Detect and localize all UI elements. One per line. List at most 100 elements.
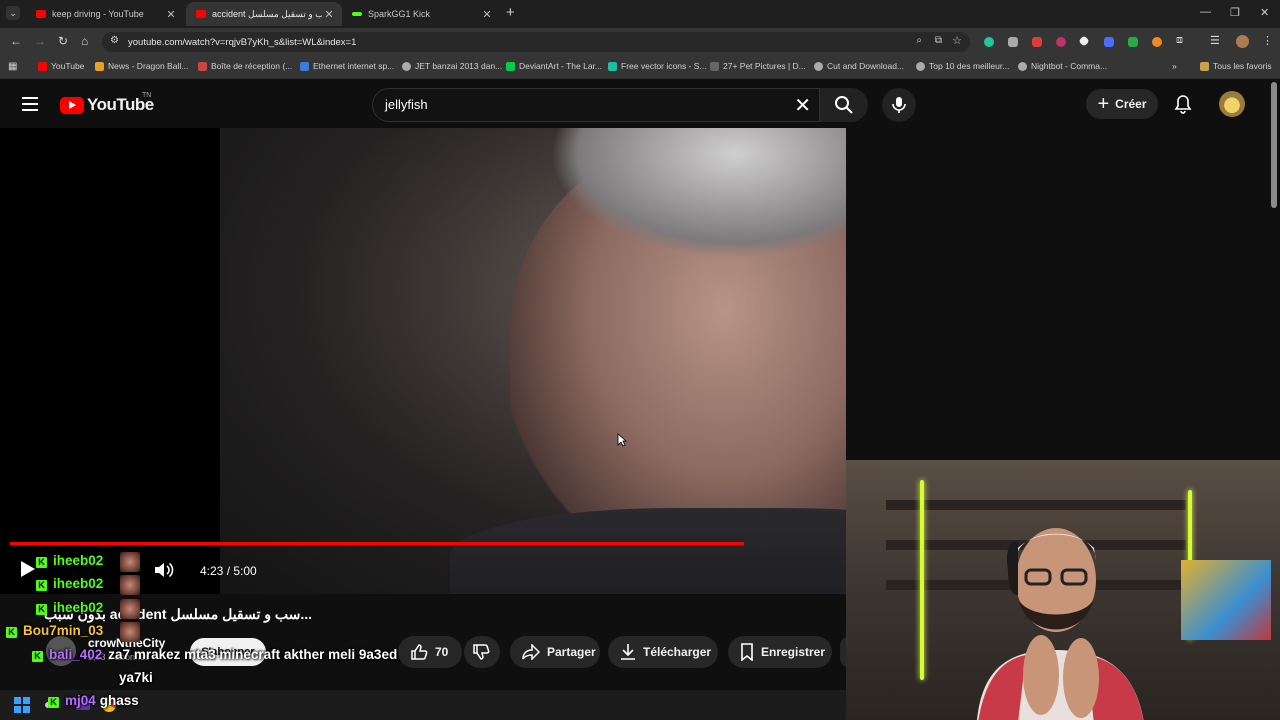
menu-icon[interactable] <box>22 97 38 115</box>
browser-tab-1[interactable]: accident سب و تسقيل مسلسل ✕ <box>186 2 342 26</box>
bookmark-jet-banzai[interactable]: JET banzai 2013 dan... <box>402 61 502 71</box>
youtube-logo[interactable]: YouTube TN <box>60 92 154 115</box>
dislike-button[interactable] <box>464 636 500 668</box>
search-button[interactable] <box>820 88 868 122</box>
close-tab-icon[interactable]: ✕ <box>480 8 494 21</box>
extensions-puzzle-icon[interactable]: ⧈ <box>1176 34 1183 47</box>
browser-tab-0[interactable]: keep driving - YouTube ✕ <box>26 2 184 26</box>
forward-icon[interactable]: → <box>34 34 46 48</box>
extension-icon[interactable] <box>1056 37 1066 47</box>
plus-icon: + <box>1097 92 1110 115</box>
bookmark-inbox[interactable]: Boîte de réception (... <box>198 61 292 71</box>
bookmark-pet-pictures[interactable]: 27+ Pet Pictures | D... <box>710 61 806 71</box>
windows-start-icon[interactable] <box>14 697 30 713</box>
install-icon[interactable]: ⧉ <box>935 35 942 46</box>
tab-title: accident سب و تسقيل مسلسل <box>212 8 322 19</box>
notifications-bell-icon[interactable] <box>1174 94 1192 114</box>
bookmark-top-10[interactable]: Top 10 des meilleur... <box>916 61 1009 71</box>
search-input[interactable]: jellyfish ✕ <box>372 88 820 122</box>
download-button[interactable]: Télécharger <box>608 636 718 668</box>
windows-icon <box>300 61 309 71</box>
video-player[interactable]: 4:23 / 5:00 <box>0 128 846 594</box>
deviantart-icon <box>506 61 515 71</box>
led-strip <box>920 480 924 680</box>
restore-icon[interactable]: ❐ <box>1230 6 1240 19</box>
chat-message: Kiheeb02 <box>36 600 103 615</box>
account-avatar[interactable] <box>1219 91 1245 117</box>
kick-badge-icon: K <box>36 604 47 615</box>
home-icon[interactable]: ⌂ <box>81 34 88 48</box>
apps-grid-icon[interactable]: ▦ <box>8 61 17 72</box>
reading-list-icon[interactable]: ☰ <box>1210 34 1220 47</box>
bookmark-dragon-ball[interactable]: News - Dragon Ball... <box>95 61 188 71</box>
page-scrollbar[interactable] <box>1271 82 1277 208</box>
save-button[interactable]: Enregistrer <box>728 636 832 668</box>
extension-icon[interactable] <box>1128 37 1138 47</box>
extension-icon[interactable] <box>1152 37 1162 47</box>
bookmark-ethernet[interactable]: Ethernet internet sp... <box>300 61 394 71</box>
extension-icon[interactable] <box>1032 37 1042 47</box>
browser-tab-strip: ⌄ keep driving - YouTube ✕ accident سب و… <box>0 0 1280 28</box>
chat-username: Bou7min_03 <box>23 623 104 638</box>
create-label: Créer <box>1115 97 1147 111</box>
address-bar[interactable]: ⚙ youtube.com/watch?v=rqjvB7yKh_s&list=W… <box>102 32 970 52</box>
close-tab-icon[interactable]: ✕ <box>164 8 178 21</box>
globe-icon <box>1018 61 1027 71</box>
microphone-icon <box>892 97 906 113</box>
voice-search-button[interactable] <box>882 88 916 122</box>
zoom-icon[interactable]: ⌕ <box>916 35 922 46</box>
extension-icon[interactable] <box>984 37 994 47</box>
chat-username: mj04 <box>65 693 96 708</box>
folder-icon <box>1200 61 1209 71</box>
share-icon <box>522 644 540 660</box>
back-icon[interactable]: ← <box>10 34 22 48</box>
close-tab-icon[interactable]: ✕ <box>322 8 336 21</box>
like-button[interactable]: 70 <box>398 636 462 668</box>
chat-text: ya7ki <box>119 670 153 685</box>
thumbs-up-icon <box>411 644 428 660</box>
chat-emote <box>120 622 140 642</box>
progress-bar[interactable] <box>10 542 744 545</box>
browser-toolbar: ← → ↻ ⌂ ⚙ youtube.com/watch?v=rqjvB7yKh_… <box>0 28 1280 56</box>
chat-text: za7 mrakez mta3 minecraft akther meli 9a… <box>108 647 398 662</box>
chat-text: ghass <box>99 693 139 708</box>
kick-favicon-icon <box>352 12 362 16</box>
country-code: TN <box>142 92 152 99</box>
bookmarks-overflow-icon[interactable]: » <box>1172 61 1177 71</box>
chat-username: bali_402 <box>49 647 103 662</box>
site-info-icon[interactable]: ⚙ <box>110 35 119 46</box>
create-button[interactable]: + Créer <box>1086 89 1158 119</box>
chat-username: iheeb02 <box>53 576 104 591</box>
tab-search-dropdown[interactable]: ⌄ <box>6 6 20 20</box>
share-button[interactable]: Partager <box>510 636 600 668</box>
volume-icon[interactable] <box>154 561 174 579</box>
browser-tab-2[interactable]: SparkGG1 Kick ✕ <box>342 2 500 26</box>
chat-message: Kiheeb02 <box>36 576 103 591</box>
bookmark-youtube[interactable]: YouTube <box>38 61 84 71</box>
video-subject-suit <box>450 508 846 594</box>
reload-icon[interactable]: ↻ <box>58 34 68 48</box>
bookmark-free-vector-icons[interactable]: Free vector icons - S... <box>608 61 707 71</box>
kick-badge-icon: K <box>6 627 17 638</box>
clear-search-icon[interactable]: ✕ <box>794 93 811 118</box>
youtube-favicon-icon <box>196 10 206 18</box>
search-query-text: jellyfish <box>385 97 428 112</box>
bookmark-deviantart[interactable]: DeviantArt - The Lar... <box>506 61 602 71</box>
minimize-icon[interactable]: — <box>1200 6 1211 18</box>
more-menu-icon[interactable]: ⋮ <box>1262 34 1273 47</box>
extension-icon[interactable] <box>1104 37 1114 47</box>
chat-emote <box>120 552 140 572</box>
bookmark-nightbot[interactable]: Nightbot - Comma... <box>1018 61 1107 71</box>
extension-icon[interactable] <box>1008 37 1018 47</box>
all-bookmarks[interactable]: Tous les favoris <box>1200 61 1272 71</box>
camera-icon <box>710 61 719 71</box>
close-window-icon[interactable]: ✕ <box>1260 6 1269 19</box>
kick-badge-icon: K <box>32 651 43 662</box>
bookmark-star-icon[interactable]: ☆ <box>952 34 962 47</box>
play-icon[interactable] <box>20 560 36 578</box>
bookmark-cut-download[interactable]: Cut and Download... <box>814 61 904 71</box>
new-tab-button[interactable]: + <box>506 4 515 21</box>
profile-avatar-icon[interactable] <box>1236 35 1249 48</box>
youtube-header: YouTube TN jellyfish ✕ + Créer <box>0 80 1280 128</box>
extension-icon[interactable] <box>1078 35 1090 47</box>
